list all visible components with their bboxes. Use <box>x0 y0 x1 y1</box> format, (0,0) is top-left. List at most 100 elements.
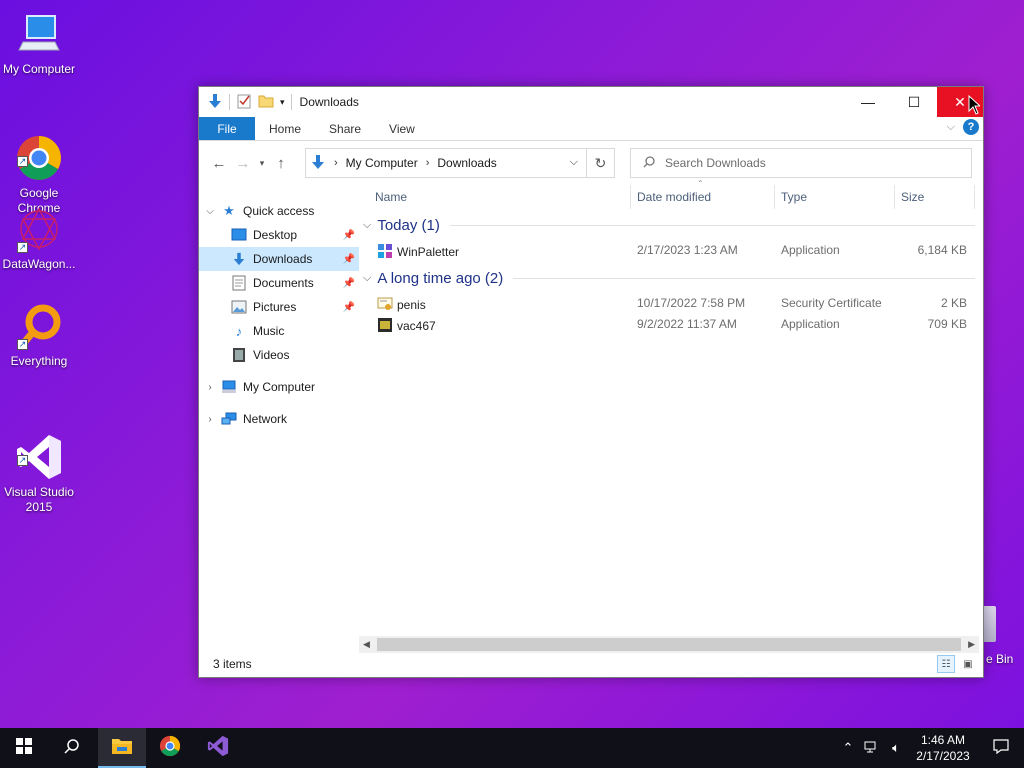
expand-chevron-icon[interactable]: › <box>199 382 221 393</box>
details-view-button[interactable]: ☷ <box>937 655 955 673</box>
search-button[interactable] <box>48 728 96 768</box>
scroll-right-icon[interactable]: ▶ <box>968 639 975 650</box>
help-icon[interactable]: ? <box>963 119 979 135</box>
group-header-long-time-ago[interactable]: ⌵ A long time ago (2) <box>363 270 975 287</box>
file-name: vac467 <box>397 319 436 333</box>
breadcrumb-downloads[interactable]: Downloads <box>437 156 496 170</box>
file-name-cell: penis <box>377 296 426 312</box>
table-row[interactable]: vac467 9/2/2022 11:37 AM Application 709… <box>375 314 975 334</box>
large-icons-view-icon: ▣ <box>963 658 973 670</box>
file-type: Application <box>781 317 840 331</box>
network-icon[interactable] <box>860 740 884 757</box>
collapse-chevron-icon[interactable]: ⌵ <box>363 272 371 285</box>
group-label: A long time ago (2) <box>377 270 504 287</box>
chrome-icon: ↗ <box>15 119 63 180</box>
star-icon: ★ <box>223 203 235 218</box>
file-list: Name Date modified Type Size ⌃ ⌵ Today (… <box>359 179 975 647</box>
collapse-chevron-icon[interactable]: ⌵ <box>363 219 371 232</box>
file-size: 6,184 KB <box>917 243 967 257</box>
tab-file[interactable]: File <box>199 117 255 140</box>
recycle-bin-icon[interactable] <box>982 606 996 642</box>
breadcrumb-my-computer[interactable]: My Computer <box>346 156 418 170</box>
shortcut-arrow-icon: ↗ <box>17 339 28 350</box>
column-header-size[interactable]: Size <box>895 185 975 209</box>
sidebar-item-my-computer[interactable]: › My Computer <box>199 375 359 399</box>
desktop-icon-my-computer[interactable]: My Computer <box>0 10 78 77</box>
pin-icon[interactable]: 📌 <box>343 302 355 313</box>
sidebar-item-music[interactable]: ♪ Music <box>199 319 359 343</box>
back-button[interactable]: ← <box>207 155 231 172</box>
expand-chevron-icon[interactable]: › <box>199 414 221 425</box>
desktop-icon-datawagon[interactable]: ↗ DataWagon... <box>0 205 78 272</box>
large-icons-view-button[interactable]: ▣ <box>959 655 977 673</box>
ribbon-tabs: File Home Share View ⌵ ? <box>199 117 983 141</box>
tab-share[interactable]: Share <box>315 117 375 140</box>
status-bar: 3 items ☷ ▣ <box>199 651 983 677</box>
scroll-left-icon[interactable]: ◀ <box>363 639 370 650</box>
sidebar-item-desktop[interactable]: Desktop 📌 <box>199 223 359 247</box>
expand-ribbon-chevron-icon[interactable]: ⌵ <box>947 121 955 134</box>
column-header-type[interactable]: Type <box>775 185 895 209</box>
maximize-button[interactable]: ☐ <box>891 87 937 117</box>
tab-home[interactable]: Home <box>255 117 315 140</box>
sidebar-item-videos[interactable]: Videos <box>199 343 359 367</box>
volume-icon[interactable]: 🔈︎ <box>884 740 908 756</box>
sidebar-item-documents[interactable]: Documents 📌 <box>199 271 359 295</box>
sidebar-item-pictures[interactable]: Pictures 📌 <box>199 295 359 319</box>
show-hidden-icons-chevron-icon[interactable]: ⌃ <box>836 740 860 756</box>
sidebar-item-label: Pictures <box>253 300 297 314</box>
collapse-chevron-icon[interactable]: ⌵ <box>199 206 221 217</box>
column-header-date-modified[interactable]: Date modified <box>631 185 775 209</box>
pin-icon[interactable]: 📌 <box>343 278 355 289</box>
minimize-button[interactable]: — <box>845 87 891 117</box>
clock-time: 1:46 AM <box>920 733 966 747</box>
sidebar-item-downloads[interactable]: Downloads 📌 <box>199 247 359 271</box>
music-icon: ♪ <box>235 323 243 339</box>
title-bar[interactable]: ▾ Downloads — ☐ ✕ <box>199 87 983 117</box>
desktop-icon-chrome[interactable]: ↗ Google Chrome <box>0 104 78 216</box>
breadcrumb-chevron-icon[interactable]: › <box>334 157 338 169</box>
notification-center-icon[interactable] <box>978 738 1024 758</box>
properties-icon[interactable] <box>236 93 252 112</box>
sidebar-item-quick-access[interactable]: ⌵ ★ Quick access <box>199 199 359 223</box>
tab-view[interactable]: View <box>375 117 429 140</box>
clock[interactable]: 1:46 AM 2/17/2023 <box>908 732 978 764</box>
refresh-button[interactable]: ↻ <box>587 148 615 178</box>
column-header-name[interactable]: Name <box>369 185 631 209</box>
taskbar-visual-studio[interactable] <box>194 728 242 768</box>
group-header-today[interactable]: ⌵ Today (1) <box>363 217 975 234</box>
desktop-icon-label: Visual Studio 2015 <box>4 485 74 514</box>
desktop-icon-visual-studio[interactable]: ↗ Visual Studio 2015 <box>0 403 78 515</box>
table-row[interactable]: penis 10/17/2022 7:58 PM Security Certif… <box>375 293 975 313</box>
file-date: 10/17/2022 7:58 PM <box>637 296 746 310</box>
search-input[interactable]: Search Downloads <box>630 148 972 178</box>
pin-icon[interactable]: 📌 <box>343 254 355 265</box>
search-icon <box>643 155 655 171</box>
forward-button[interactable]: → <box>231 155 255 172</box>
downloads-icon <box>231 251 247 267</box>
refresh-icon: ↻ <box>594 154 607 171</box>
table-row[interactable]: WinPaletter 2/17/2023 1:23 AM Applicatio… <box>375 240 975 260</box>
file-name-cell: vac467 <box>377 317 436 333</box>
address-history-chevron-icon[interactable]: ⌵ <box>570 156 578 169</box>
window-title: Downloads <box>299 95 359 109</box>
desktop-icon-everything[interactable]: ↗ Everything <box>0 302 78 369</box>
breadcrumb-chevron-icon[interactable]: › <box>426 157 430 169</box>
recent-locations-chevron-icon[interactable]: ▾ <box>255 158 269 169</box>
sidebar-item-label: Quick access <box>243 204 315 218</box>
pin-icon[interactable]: 📌 <box>343 230 355 241</box>
sidebar-item-network[interactable]: › Network <box>199 407 359 431</box>
new-folder-icon[interactable] <box>258 93 274 112</box>
up-button[interactable]: ↑ <box>269 155 293 172</box>
sidebar-item-label: My Computer <box>243 380 316 394</box>
window-controls: — ☐ ✕ <box>845 87 983 117</box>
address-bar[interactable]: › My Computer › Downloads ⌵ <box>305 148 587 178</box>
taskbar-file-explorer[interactable] <box>98 728 146 768</box>
documents-icon <box>231 275 247 291</box>
start-button[interactable] <box>0 728 48 768</box>
taskbar-chrome[interactable] <box>146 728 194 768</box>
details-view-icon: ☷ <box>941 658 951 670</box>
shortcut-arrow-icon: ↗ <box>17 242 28 253</box>
scrollbar-thumb[interactable] <box>377 638 961 651</box>
customize-toolbar-chevron-icon[interactable]: ▾ <box>280 97 285 108</box>
